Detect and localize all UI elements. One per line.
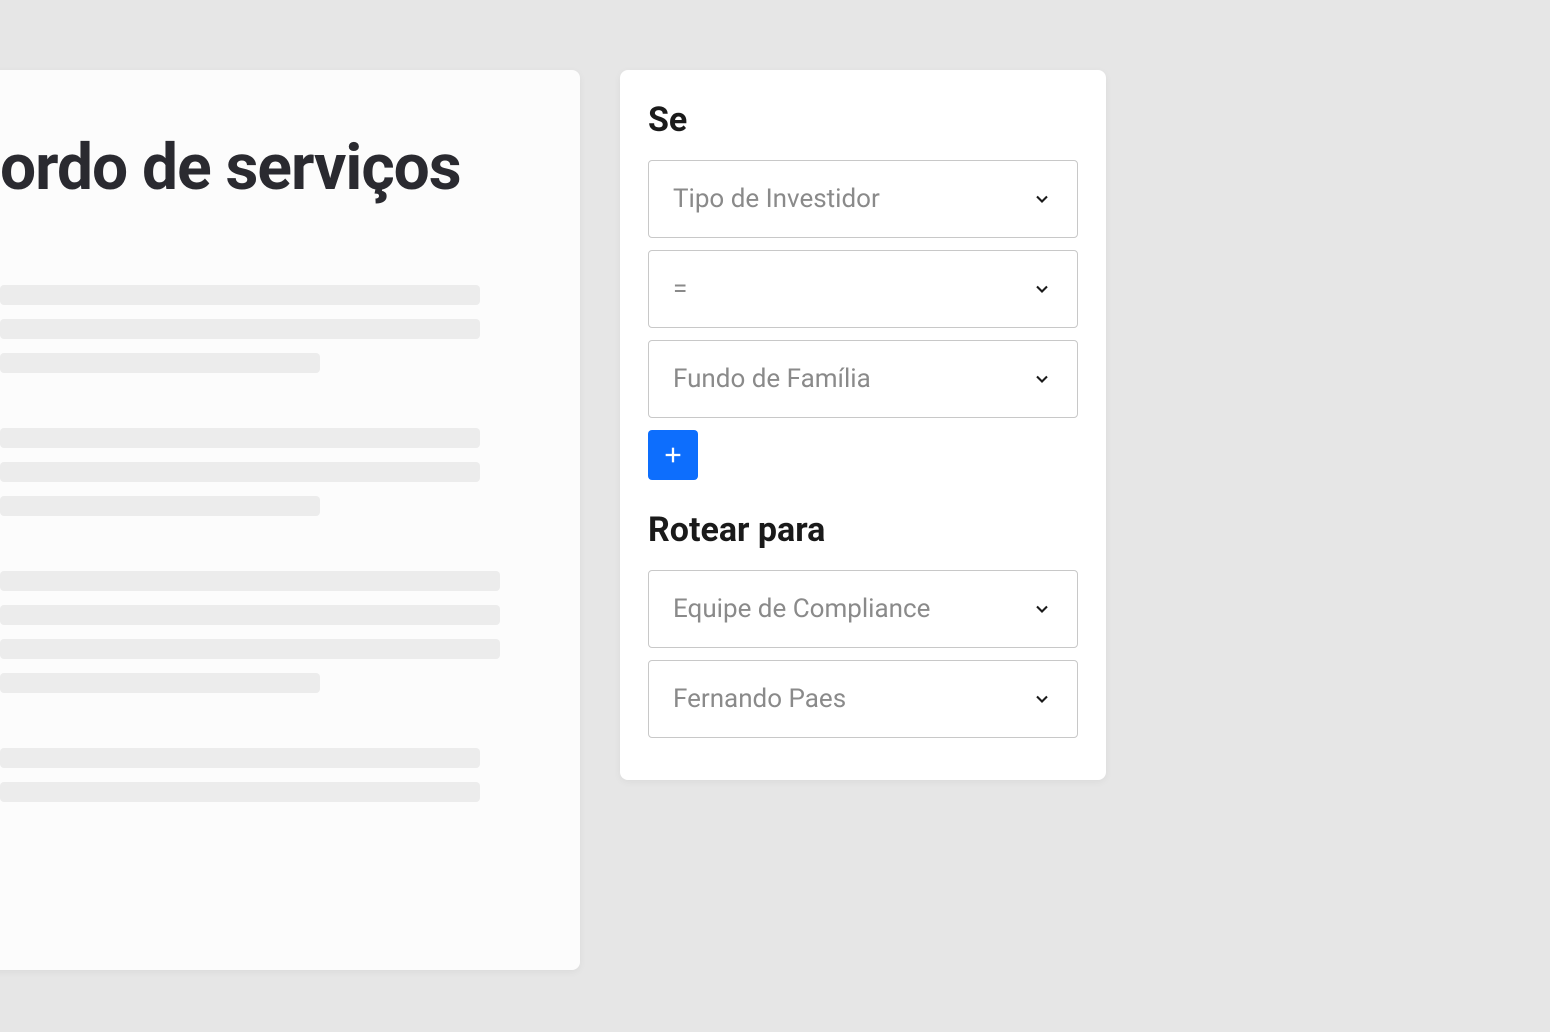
placeholder-line (0, 319, 480, 339)
chevron-down-icon (1031, 688, 1053, 710)
add-condition-button[interactable] (648, 430, 698, 480)
placeholder-line (0, 428, 480, 448)
plus-icon (662, 444, 684, 466)
condition-operator-label: = (673, 274, 687, 304)
document-preview-panel: ordo de serviços (0, 70, 580, 970)
route-person-label: Fernando Paes (673, 684, 846, 714)
placeholder-line (0, 571, 500, 591)
if-heading: Se (648, 100, 1078, 140)
chevron-down-icon (1031, 598, 1053, 620)
placeholder-line (0, 605, 500, 625)
placeholder-line (0, 639, 500, 659)
condition-value-label: Fundo de Família (673, 364, 871, 394)
condition-value-select[interactable]: Fundo de Família (648, 340, 1078, 418)
placeholder-line (0, 462, 480, 482)
condition-operator-select[interactable]: = (648, 250, 1078, 328)
placeholder-line (0, 496, 320, 516)
placeholder-paragraph (0, 428, 480, 516)
placeholder-line (0, 353, 320, 373)
route-team-select[interactable]: Equipe de Compliance (648, 570, 1078, 648)
document-title: ordo de serviços (0, 130, 480, 205)
placeholder-paragraph (0, 571, 480, 693)
rules-panel: Se Tipo de Investidor = Fundo de Família… (620, 70, 1106, 780)
condition-field-select[interactable]: Tipo de Investidor (648, 160, 1078, 238)
chevron-down-icon (1031, 368, 1053, 390)
placeholder-paragraph (0, 285, 480, 373)
route-heading: Rotear para (648, 510, 1078, 550)
route-team-label: Equipe de Compliance (673, 594, 930, 624)
placeholder-line (0, 782, 480, 802)
route-person-select[interactable]: Fernando Paes (648, 660, 1078, 738)
placeholder-line (0, 285, 480, 305)
chevron-down-icon (1031, 188, 1053, 210)
placeholder-line (0, 748, 480, 768)
chevron-down-icon (1031, 278, 1053, 300)
placeholder-paragraph (0, 748, 480, 802)
condition-field-label: Tipo de Investidor (673, 184, 880, 214)
placeholder-line (0, 673, 320, 693)
